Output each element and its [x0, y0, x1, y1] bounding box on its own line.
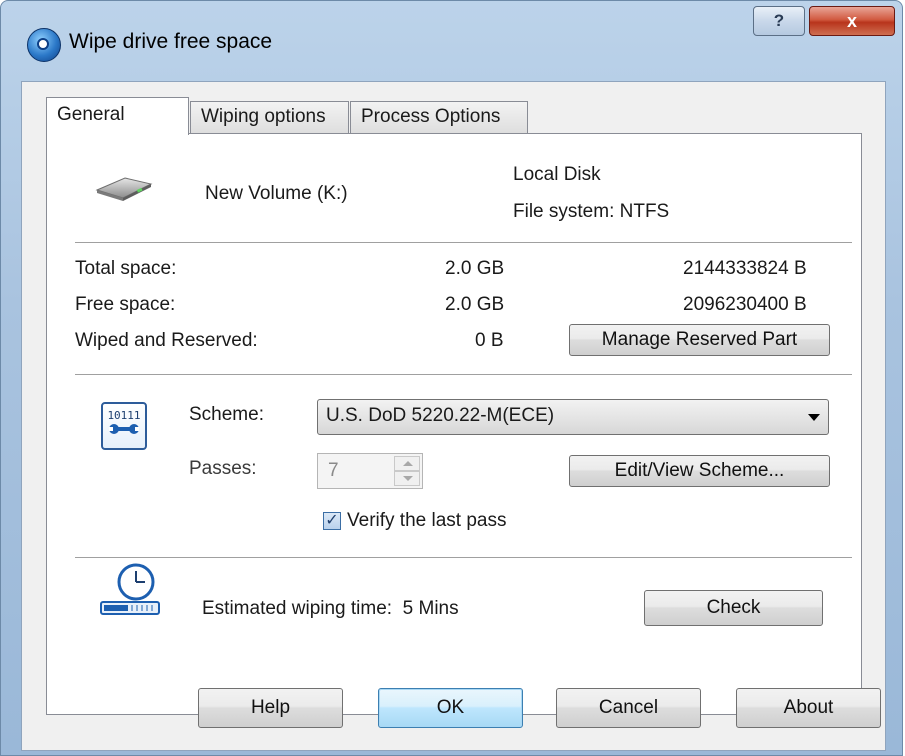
app-icon: [27, 28, 61, 62]
scheme-dropdown-value: U.S. DoD 5220.22-M(ECE): [326, 405, 555, 426]
scheme-dropdown[interactable]: U.S. DoD 5220.22-M(ECE): [317, 399, 829, 435]
help-button[interactable]: Help: [198, 688, 343, 728]
wipe-scheme-icon: 10111: [101, 402, 147, 450]
verify-last-pass-label[interactable]: Verify the last pass: [347, 510, 506, 532]
free-space-size: 2.0 GB: [445, 294, 505, 315]
tab-general[interactable]: General: [46, 97, 189, 135]
reserved-size: 0 B: [475, 330, 504, 351]
spin-down-icon[interactable]: [394, 471, 420, 486]
file-system: File system: NTFS: [513, 201, 670, 222]
hard-drive-icon: [95, 177, 153, 201]
scheme-label: Scheme:: [189, 404, 264, 425]
passes-spin-buttons: [394, 456, 420, 486]
passes-stepper[interactable]: 7: [317, 453, 423, 489]
help-title-button[interactable]: ?: [753, 6, 805, 36]
window-title: Wipe drive free space: [69, 30, 273, 53]
passes-label: Passes:: [189, 458, 257, 479]
clock-timer-icon: [100, 563, 160, 615]
volume-name: New Volume (K:): [205, 183, 348, 204]
dialog-client-area: General Wiping options Process Options N…: [21, 81, 886, 751]
tab-process-options[interactable]: Process Options: [350, 101, 528, 133]
about-button[interactable]: About: [736, 688, 881, 728]
spin-up-icon[interactable]: [394, 456, 420, 471]
free-space-bytes: 2096230400 B: [683, 294, 807, 315]
total-space-size: 2.0 GB: [445, 258, 505, 279]
manage-reserved-part-button[interactable]: Manage Reserved Part: [569, 324, 830, 356]
edit-view-scheme-button[interactable]: Edit/View Scheme...: [569, 455, 830, 487]
free-space-label: Free space:: [75, 294, 176, 315]
estimated-time-caption: Estimated wiping time:: [202, 598, 393, 619]
separator: [75, 242, 852, 243]
separator: [75, 557, 852, 558]
disk-type: Local Disk: [513, 164, 601, 185]
close-button[interactable]: x: [809, 6, 895, 36]
verify-last-pass-checkbox[interactable]: ✓: [323, 512, 341, 530]
passes-value: 7: [328, 460, 339, 481]
total-space-bytes: 2144333824 B: [683, 258, 807, 279]
estimated-time-value: 5 Mins: [402, 598, 459, 619]
tab-wiping-options[interactable]: Wiping options: [190, 101, 349, 133]
total-space-label: Total space:: [75, 258, 177, 279]
estimated-time-label: Estimated wiping time: 5 Mins: [202, 598, 459, 620]
ok-button[interactable]: OK: [378, 688, 523, 728]
reserved-label: Wiped and Reserved:: [75, 330, 258, 351]
separator: [75, 374, 852, 375]
scheme-icon-text: 10111: [107, 409, 141, 422]
dialog-window: Wipe drive free space ? x General Wiping…: [0, 0, 903, 756]
general-tab-panel: New Volume (K:) Local Disk File system: …: [46, 133, 862, 715]
wrench-icon: [109, 424, 139, 434]
check-button[interactable]: Check: [644, 590, 823, 626]
cancel-button[interactable]: Cancel: [556, 688, 701, 728]
title-bar[interactable]: Wipe drive free space ? x: [1, 1, 902, 81]
chevron-down-icon: [808, 414, 820, 421]
